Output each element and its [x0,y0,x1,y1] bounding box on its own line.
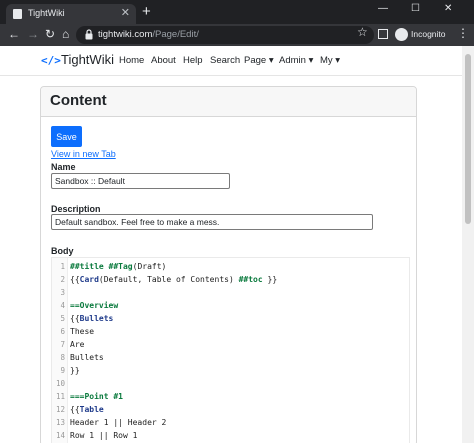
code-token: Table [79,405,104,414]
line-number: 13 [55,418,65,427]
browser-tab-strip: TightWiki ✕ + — ☐ ✕ [0,0,474,24]
code-text: {{Table [70,405,104,414]
line-number: 11 [55,392,65,401]
incognito-icon[interactable] [395,28,408,41]
card-header: Content [41,87,416,117]
code-token: {{ [70,405,80,414]
page-viewport: </> TightWiki Home About Help Search Pag… [0,46,474,443]
nav-home[interactable]: Home [119,55,144,66]
code-text: These [70,327,94,336]
view-in-new-tab-link[interactable]: View in new Tab [51,149,116,159]
content-card: Content Save View in new Tab Name Descri… [40,86,417,443]
reload-icon[interactable]: ↻ [45,27,55,41]
card-title: Content [50,92,107,109]
code-text: {{Card(Default, Table of Contents) ##toc… [70,275,277,284]
profile-label[interactable]: Incognito [411,29,446,39]
line-number: 5 [60,314,65,323]
address-bar[interactable]: tightwiki.com/Page/Edit/ [76,26,374,44]
description-label: Description [51,204,101,214]
name-field[interactable] [51,173,230,189]
code-token: {{ [70,275,80,284]
site-navbar: </> TightWiki Home About Help Search Pag… [0,46,462,76]
body-label: Body [51,246,74,256]
description-field[interactable] [51,214,373,230]
code-token: Header 1 || Header 2 [70,418,167,427]
scrollbar[interactable] [462,46,474,443]
close-window-icon[interactable]: ✕ [444,3,452,14]
name-label: Name [51,162,76,172]
code-token: Are [70,340,85,349]
minimize-icon[interactable]: — [378,3,388,14]
code-token: (Default, Table of Contents) [98,275,239,284]
nav-about[interactable]: About [151,55,176,66]
nav-admin-dropdown[interactable]: Admin ▾ [279,55,313,66]
line-number: 7 [60,340,65,349]
line-number: 9 [60,366,65,375]
nav-my-dropdown[interactable]: My ▾ [320,55,340,66]
line-number: 1 [60,262,65,271]
code-token: }} [262,275,278,284]
url-text: tightwiki.com/Page/Edit/ [98,29,199,40]
site-brand[interactable]: TightWiki [61,52,114,67]
code-token: ##toc [238,275,263,284]
code-text: ==Overview [70,301,118,310]
code-token: (Draft) [132,262,167,271]
nav-help[interactable]: Help [183,55,203,66]
maximize-icon[interactable]: ☐ [411,3,420,14]
page-icon [13,9,22,19]
nav-search[interactable]: Search [210,55,240,66]
line-number: 6 [60,327,65,336]
home-icon[interactable]: ⌂ [62,27,69,41]
line-number: 8 [60,353,65,362]
code-token: ==Overview [70,301,119,310]
side-panel-icon[interactable] [378,29,388,39]
line-number: 4 [60,301,65,310]
code-text: Are [70,340,84,349]
code-text: ===Point #1 [70,392,123,401]
lock-icon [85,29,93,40]
arrow-left-icon[interactable]: ← [8,27,20,41]
url-host: tightwiki.com [98,29,153,40]
code-token: Bullets [79,314,114,323]
code-icon[interactable]: </> [41,54,61,67]
line-number-gutter [52,258,68,443]
code-text: Header 1 || Header 2 [70,418,166,427]
url-path: /Page/Edit/ [152,29,199,40]
scrollbar-thumb[interactable] [465,54,471,224]
code-token: Row 1 || Row 1 [70,431,138,440]
browser-toolbar: ← → ↻ ⌂ tightwiki.com/Page/Edit/ ☆ Incog… [0,24,474,46]
code-text: {{Bullets [70,314,113,323]
code-token: Bullets [70,353,104,362]
line-number: 12 [55,405,65,414]
nav-page-dropdown[interactable]: Page ▾ [244,55,274,66]
code-token: These [70,327,95,336]
code-token: Card [79,275,99,284]
line-number: 14 [55,431,65,440]
code-token: {{ [70,314,80,323]
browser-tab[interactable]: TightWiki ✕ [6,4,136,24]
code-token: ===Point #1 [70,392,123,401]
tab-title: TightWiki [28,8,65,18]
arrow-right-icon: → [27,27,39,41]
save-button[interactable]: Save [51,126,82,147]
code-text: Bullets [70,353,104,362]
body-editor[interactable]: 1 ##title ##Tag(Draft) 2 {{Card(Default, Ta… [51,257,410,443]
code-token: }} [70,366,80,375]
line-number: 10 [55,379,65,388]
code-token: ##title ##Tag [70,262,133,271]
code-text: Row 1 || Row 1 [70,431,137,440]
kebab-icon[interactable]: ⋮ [457,26,469,40]
code-text: ##title ##Tag(Draft) [70,262,166,271]
close-icon[interactable]: ✕ [121,6,130,19]
line-number: 3 [60,288,65,297]
code-text: }} [70,366,80,375]
star-icon[interactable]: ☆ [357,25,368,39]
line-number: 2 [60,275,65,284]
plus-icon[interactable]: + [142,4,151,19]
